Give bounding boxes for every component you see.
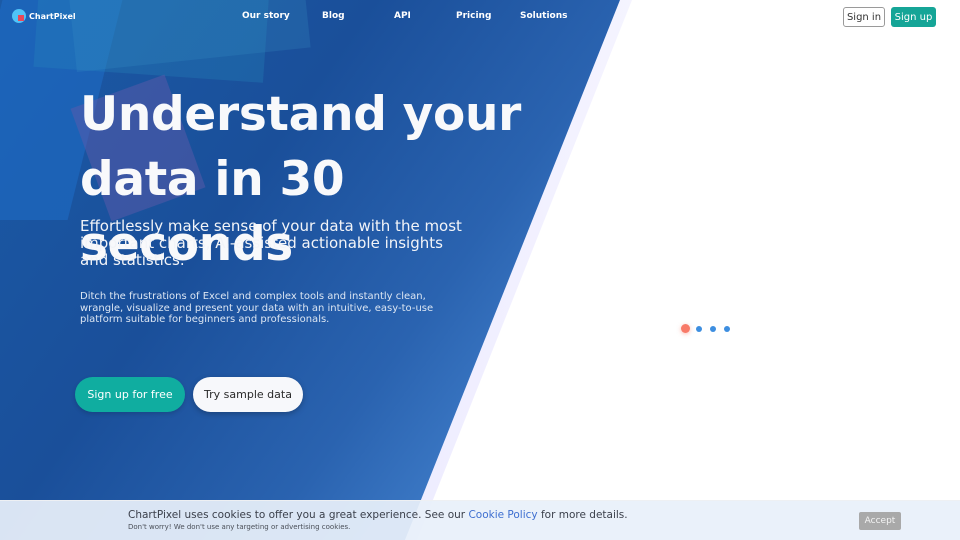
loading-indicator	[681, 324, 738, 333]
sign-up-free-button[interactable]: Sign up for free	[75, 377, 185, 412]
chartpixel-logo-icon	[12, 9, 26, 23]
nav-item-api[interactable]: API	[394, 11, 411, 21]
logo-text: ChartPixel	[29, 11, 76, 21]
loader-dot	[724, 325, 730, 332]
try-sample-data-button[interactable]: Try sample data	[193, 377, 303, 412]
cookie-text-after: for more details.	[537, 509, 628, 521]
cookie-policy-link[interactable]: Cookie Policy	[468, 509, 537, 521]
hero-title-line-1: Understand your	[80, 87, 522, 142]
sign-up-button[interactable]: Sign up	[891, 7, 936, 27]
loader-dot	[710, 325, 716, 332]
nav-item-solutions[interactable]: Solutions	[520, 11, 568, 21]
cookie-subtext: Don't worry! We don't use any targeting …	[128, 523, 351, 531]
cookie-banner: ChartPixel uses cookies to offer you a g…	[0, 500, 960, 540]
cookie-message: ChartPixel uses cookies to offer you a g…	[128, 509, 628, 521]
logo-link[interactable]: ChartPixel	[12, 9, 76, 23]
sign-in-button[interactable]: Sign in	[843, 7, 885, 27]
cookie-text-before: ChartPixel uses cookies to offer you a g…	[128, 509, 469, 521]
hero-description: Ditch the frustrations of Excel and comp…	[80, 291, 434, 325]
nav-item-our-story[interactable]: Our story	[242, 11, 290, 21]
hero-subtitle: Effortlessly make sense of your data wit…	[80, 217, 462, 269]
nav-item-pricing[interactable]: Pricing	[456, 11, 491, 21]
loader-dot	[696, 325, 702, 332]
loader-dot-active	[681, 324, 690, 333]
nav-item-blog[interactable]: Blog	[322, 11, 345, 21]
accept-cookies-button[interactable]: Accept	[859, 512, 901, 530]
